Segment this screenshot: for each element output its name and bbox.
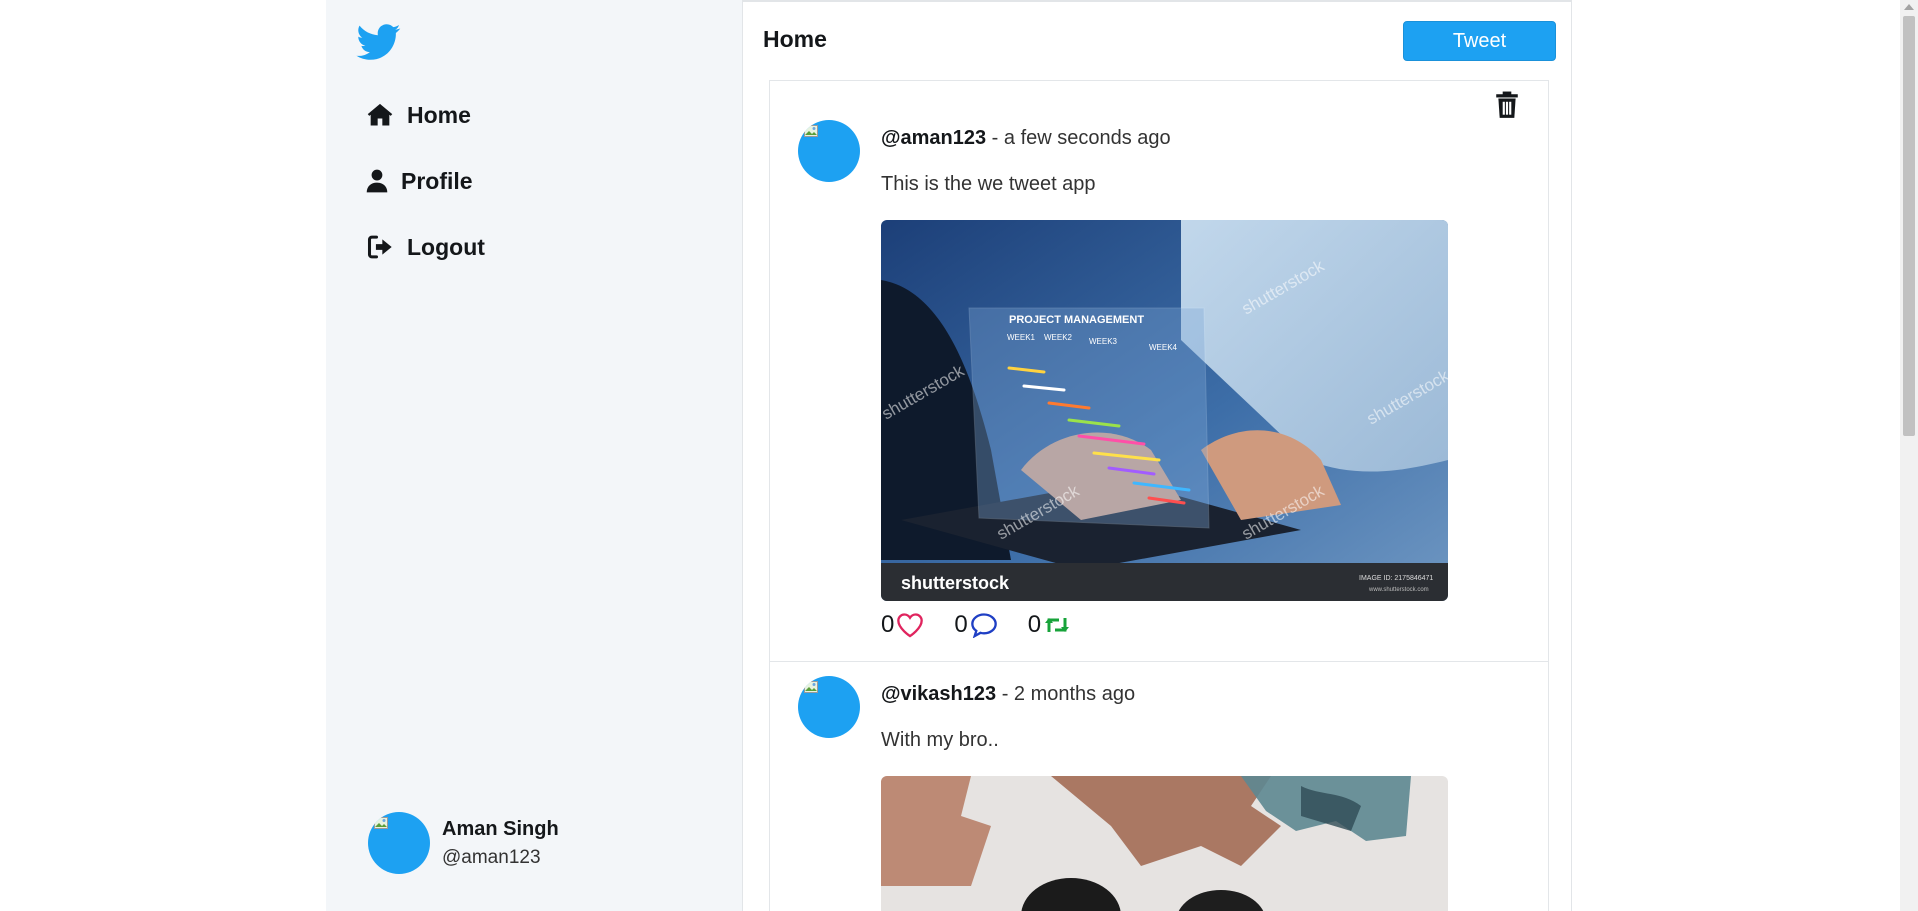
nav-item-home[interactable]: Home [364,96,485,134]
chart-headline: PROJECT MANAGEMENT [1009,314,1144,326]
broken-image-icon [804,125,818,137]
retweet-button[interactable]: 0 [1028,611,1071,639]
tweet-image[interactable]: PROJECT MANAGEMENT WEEK1 WEEK2 WEEK3 WEE… [881,220,1448,601]
broken-image-icon [804,681,818,693]
avatar [368,812,430,874]
retweet-count: 0 [1027,611,1042,638]
avatar[interactable] [798,120,860,182]
image-site: www.shutterstock.com [1368,587,1429,593]
comment-button[interactable]: 0 [954,611,997,639]
tweet-text: With my bro.. [881,729,999,751]
comment-icon [970,613,997,638]
tweet-header: @vikash123 - 2 months ago [881,683,1135,706]
trash-icon[interactable] [1494,91,1522,121]
week-label: WEEK1 [1007,333,1036,342]
tweet-header: @aman123 - a few seconds ago [881,127,1171,150]
nav-label: Logout [407,233,485,260]
home-icon [364,100,396,130]
week-label: WEEK4 [1149,343,1178,352]
tweet-button[interactable]: Tweet [1403,21,1556,61]
heart-icon [897,613,924,638]
tweet-handle[interactable]: @vikash123 [881,683,996,705]
twitter-bird-icon[interactable] [354,20,404,64]
tweet-time: - 2 months ago [996,683,1136,705]
week-label: WEEK2 [1044,333,1073,342]
tweet-handle[interactable]: @aman123 [881,127,986,149]
tweet-text: This is the we tweet app [881,173,1096,195]
nav-label: Home [407,101,471,128]
tweet-time: - a few seconds ago [986,127,1171,149]
avatar[interactable] [798,676,860,738]
user-icon [364,166,390,196]
comment-count: 0 [954,611,968,638]
shutterstock-logo: shutterstock [901,573,1010,593]
tweet-card: @vikash123 - 2 months ago With my bro.. [769,662,1549,911]
tweet-feed: @aman123 - a few seconds ago This is the… [769,80,1549,911]
main-nav: Home Profile Logout [364,96,485,294]
user-handle: @aman123 [442,846,541,868]
nav-item-profile[interactable]: Profile [364,162,485,200]
scroll-thumb[interactable] [1903,16,1915,436]
tweet-actions: 0 0 0 [881,611,1101,639]
sidebar: Home Profile Logout Aman Singh @aman123 [326,0,742,911]
scroll-up-arrow-icon[interactable] [1904,4,1914,10]
tweet-image[interactable] [881,776,1448,911]
user-name: Aman Singh [442,817,559,840]
logout-icon [364,232,396,262]
current-user-card[interactable]: Aman Singh @aman123 [368,812,559,874]
week-label: WEEK3 [1089,337,1118,346]
broken-image-icon [374,817,388,829]
like-count: 0 [881,611,895,638]
nav-label: Profile [401,167,473,194]
page-scrollbar[interactable] [1900,0,1918,911]
tweet-card: @aman123 - a few seconds ago This is the… [769,80,1549,662]
main-feed-panel: Home Tweet @aman123 - a few seconds ago … [742,0,1572,911]
image-id: IMAGE ID: 2175846471 [1359,575,1433,582]
nav-item-logout[interactable]: Logout [364,228,485,266]
retweet-icon [1045,618,1070,632]
page-title: Home [763,26,827,52]
like-button[interactable]: 0 [881,611,924,639]
